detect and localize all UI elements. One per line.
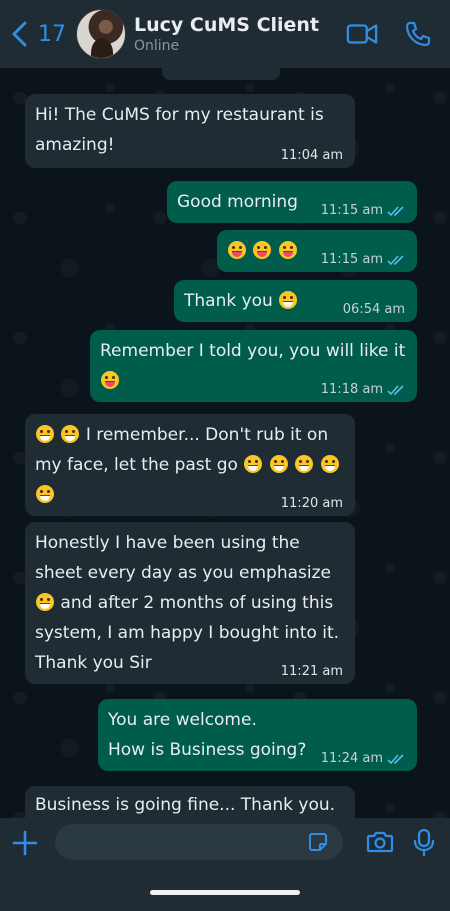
message-bubble-incoming[interactable]: Hi! The CuMS for my restaurant is amazin… (25, 94, 355, 168)
message-text: Good morning (177, 192, 298, 212)
camera-icon[interactable] (366, 830, 394, 854)
smiling-face-icon (278, 241, 297, 259)
message-bubble-incoming[interactable]: Business is going fine... Thank you. (25, 786, 355, 818)
message-time: 11:21 am (280, 664, 343, 679)
grinning-face-icon (61, 425, 80, 443)
message-time: 11:24 am (320, 751, 383, 766)
message-input[interactable] (55, 824, 343, 860)
grinning-face-icon (36, 425, 54, 443)
message-emoji (227, 241, 298, 261)
message-time: 11:04 am (280, 148, 343, 163)
chat-header: 17 Lucy CuMS Client Online (0, 0, 450, 68)
message-bubble-outgoing[interactable]: You are welcome. How is Business going? … (98, 699, 417, 771)
laughing-face-icon (244, 455, 263, 473)
message-bubble-outgoing[interactable]: 11:15 am (217, 230, 417, 272)
message-bubble-incoming[interactable]: Honestly I have been using the sheet eve… (25, 522, 355, 684)
contact-info[interactable]: Lucy CuMS Client Online (134, 14, 319, 54)
home-indicator[interactable] (150, 890, 300, 895)
message-text: How is Business going? (108, 740, 307, 760)
laughing-face-icon (36, 485, 54, 503)
read-ticks-icon (387, 255, 404, 266)
read-ticks-icon (387, 206, 404, 217)
microphone-icon[interactable] (413, 828, 435, 856)
back-button[interactable]: 17 (10, 21, 66, 47)
sticker-icon[interactable] (308, 832, 328, 852)
contact-status: Online (134, 38, 180, 54)
laughing-face-icon (295, 455, 314, 473)
unread-count: 17 (38, 21, 66, 47)
message-text: Honestly I have been using the sheet eve… (35, 533, 332, 583)
message-time: 11:20 am (280, 496, 343, 511)
smiling-face-icon (228, 241, 246, 259)
message-text: Business is going fine... Thank you. (35, 795, 336, 815)
message-bubble-outgoing[interactable]: Good morning 11:15 am (167, 181, 417, 223)
message-text: and after 2 months of using this system,… (35, 593, 340, 673)
contact-name: Lucy CuMS Client (134, 14, 320, 36)
message-time: 11:18 am (320, 382, 383, 397)
message-time: 06:54 am (342, 302, 405, 317)
message-bubble-outgoing[interactable]: Remember I told you, you will like it 11… (90, 330, 417, 402)
smiling-face-icon (253, 241, 272, 259)
message-bubble-incoming[interactable]: I remember... Don't rub it on my face, l… (25, 414, 355, 516)
avatar[interactable] (76, 9, 126, 59)
grinning-face-icon (279, 291, 298, 309)
date-chip (162, 68, 280, 80)
message-bubble-outgoing[interactable]: Thank you 06:54 am (174, 280, 417, 322)
back-chevron-icon (12, 21, 27, 47)
tongue-face-icon (101, 371, 119, 389)
plus-icon[interactable] (12, 830, 38, 856)
message-text: Remember I told you, you will like it (100, 341, 406, 361)
read-ticks-icon (387, 385, 404, 396)
message-text: Thank you (184, 291, 273, 311)
read-ticks-icon (387, 754, 404, 765)
message-time: 11:15 am (320, 252, 383, 267)
laughing-face-icon (269, 455, 288, 473)
message-list[interactable]: Hi! The CuMS for my restaurant is amazin… (0, 68, 450, 818)
phone-call-icon[interactable] (402, 20, 434, 48)
composer-bar (0, 818, 450, 911)
laughing-face-icon (320, 455, 339, 473)
grinning-face-icon (36, 593, 54, 611)
message-text: You are welcome. (108, 710, 257, 730)
message-time: 11:15 am (320, 203, 383, 218)
video-call-icon[interactable] (346, 20, 378, 48)
